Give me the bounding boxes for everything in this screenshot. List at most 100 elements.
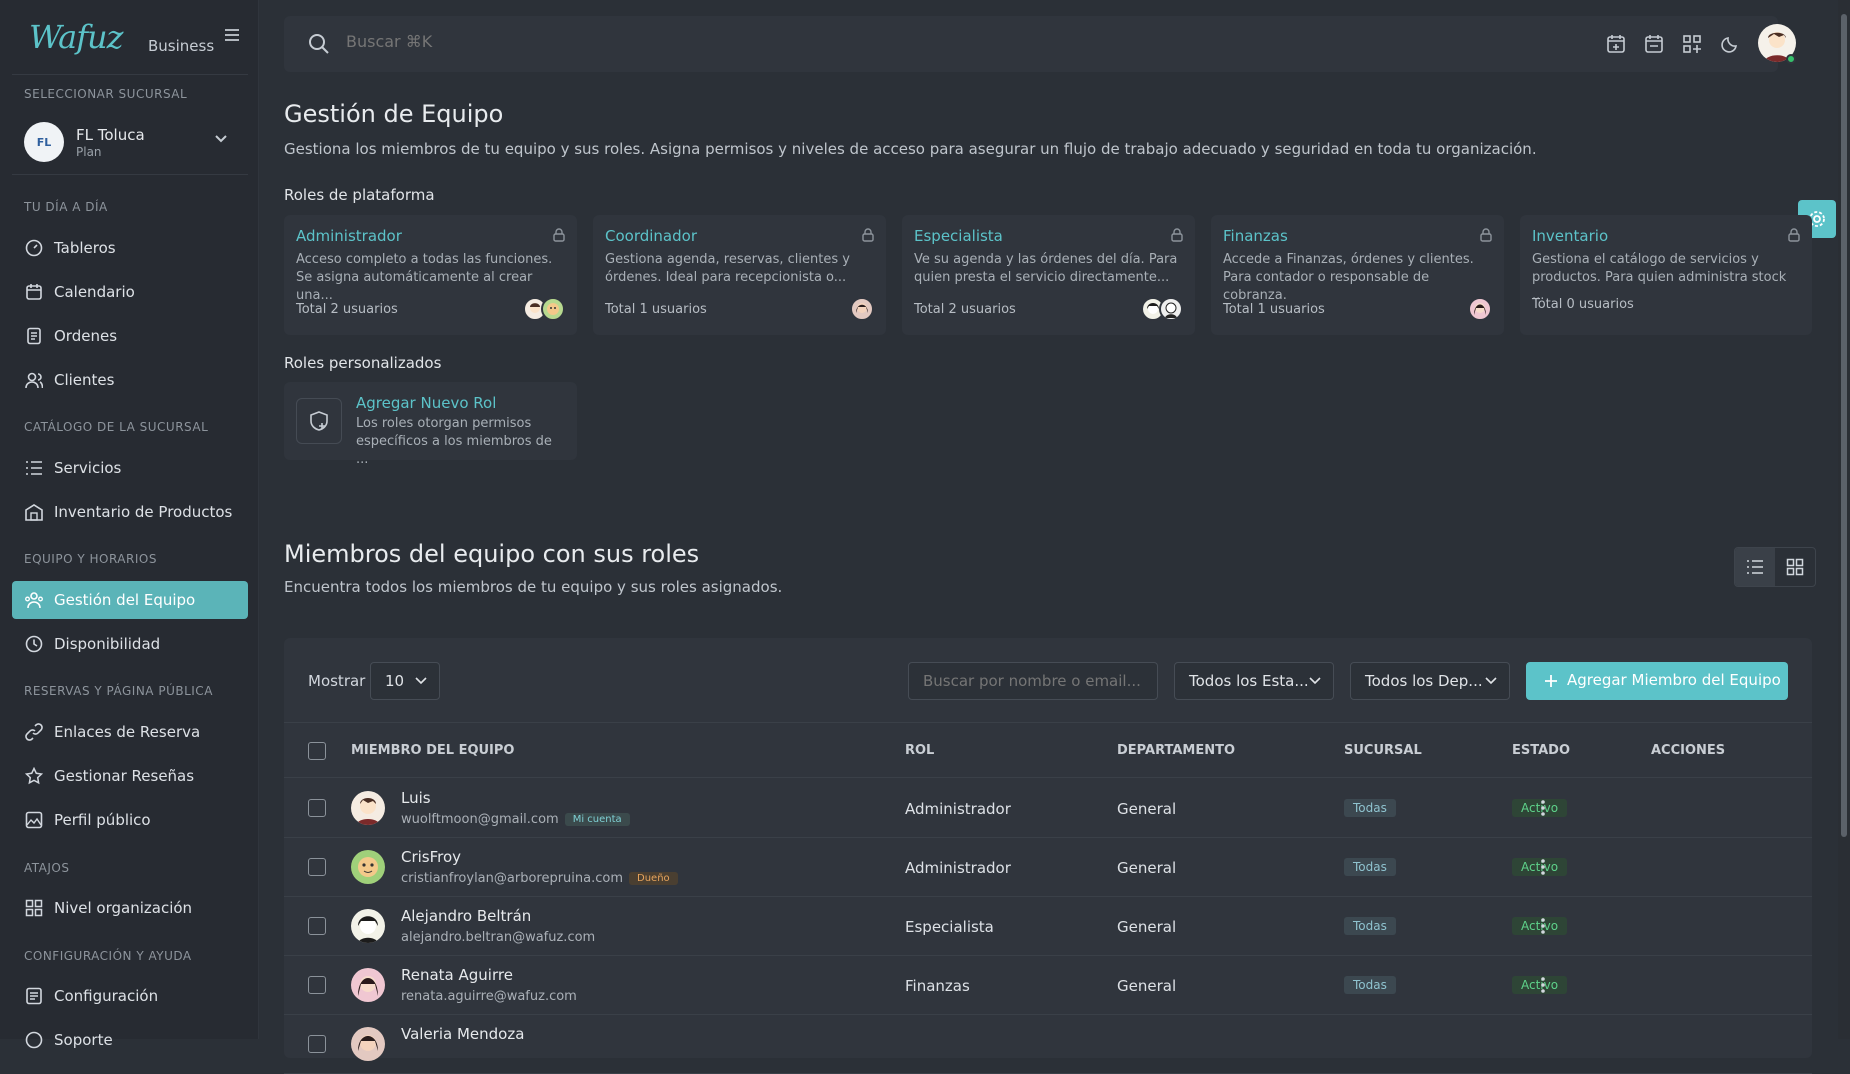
more-actions-icon[interactable] <box>1540 799 1546 817</box>
custom-roles-title: Roles personalizados <box>284 354 442 372</box>
department-filter-value: Todos los Dep... <box>1365 672 1483 690</box>
sidebar-item-disponibilidad[interactable]: Disponibilidad <box>12 625 248 663</box>
row-checkbox[interactable] <box>308 799 326 817</box>
branch-avatar: FL <box>24 122 64 162</box>
member-role: Administrador <box>905 800 1011 818</box>
sidebar-item-inventario[interactable]: Inventario de Productos <box>12 493 248 531</box>
sidebar-item-nivel-organizacion[interactable]: Nivel organización <box>12 889 248 927</box>
sidebar-item-calendario[interactable]: Calendario <box>12 273 248 311</box>
link-icon <box>25 723 43 741</box>
role-total: Total 0 usuarios <box>1532 297 1634 312</box>
menu-toggle-button[interactable] <box>224 28 240 42</box>
member-role: Finanzas <box>905 977 970 995</box>
branch-selector[interactable]: FL FL Toluca Plan <box>12 110 248 172</box>
sidebar-item-soporte[interactable]: Soporte <box>12 1021 248 1059</box>
sidebar-item-servicios[interactable]: Servicios <box>12 449 248 487</box>
lock-icon <box>1480 228 1492 242</box>
divider <box>12 174 248 175</box>
list-view-button[interactable] <box>1735 548 1775 586</box>
sidebar-item-perfil[interactable]: Perfil público <box>12 801 248 839</box>
role-card-finanzas[interactable]: Finanzas Accede a Finanzas, órdenes y cl… <box>1211 215 1504 335</box>
sidebar-item-label: Inventario de Productos <box>54 503 233 521</box>
section-catalog: CATÁLOGO DE LA SUCURSAL <box>24 420 209 434</box>
online-status-dot <box>1786 54 1796 64</box>
sidebar-item-label: Configuración <box>54 987 159 1005</box>
member-department: General <box>1117 800 1177 818</box>
more-actions-icon[interactable] <box>1540 917 1546 935</box>
member-email-text: alejandro.beltran@wafuz.com <box>401 930 596 945</box>
sidebar-item-label: Nivel organización <box>54 899 193 917</box>
status-filter-select[interactable]: Todos los Esta... <box>1174 662 1334 700</box>
grid-view-button[interactable] <box>1775 548 1815 586</box>
more-actions-icon[interactable] <box>1540 858 1546 876</box>
sidebar-item-label: Ordenes <box>54 327 118 345</box>
scrollbar-thumb[interactable] <box>1841 14 1847 837</box>
role-card-administrador[interactable]: Administrador Acceso completo a todas la… <box>284 215 577 335</box>
avatar <box>351 791 385 825</box>
select-all-checkbox[interactable] <box>308 742 326 760</box>
help-icon <box>25 1031 43 1049</box>
page-size-value: 10 <box>385 672 405 690</box>
row-checkbox[interactable] <box>308 917 326 935</box>
sidebar-item-label: Calendario <box>54 283 135 301</box>
page-size-select[interactable]: 10 <box>370 662 440 700</box>
global-search-input[interactable] <box>346 32 646 51</box>
sidebar-item-tableros[interactable]: Tableros <box>12 229 248 267</box>
add-member-button[interactable]: Agregar Miembro del Equipo <box>1526 662 1788 700</box>
apps-icon[interactable] <box>1682 34 1702 54</box>
role-avatars <box>1468 297 1492 321</box>
sidebar-item-gestion-equipo[interactable]: Gestión del Equipo <box>12 581 248 619</box>
department-filter-select[interactable]: Todos los Dep... <box>1350 662 1510 700</box>
role-card-inventario[interactable]: Inventario Gestiona el catálogo de servi… <box>1520 215 1812 335</box>
moon-icon[interactable] <box>1720 34 1740 54</box>
sidebar-item-label: Gestionar Reseñas <box>54 767 195 785</box>
role-card-especialista[interactable]: Especialista Ve su agenda y las órdenes … <box>902 215 1195 335</box>
column-header: MIEMBRO DEL EQUIPO <box>351 743 515 758</box>
section-config: CONFIGURACIÓN Y AYUDA <box>24 949 192 963</box>
branch-badge: Todas <box>1344 976 1396 994</box>
column-header: DEPARTAMENTO <box>1117 743 1236 758</box>
role-total: Total 2 usuarios <box>914 302 1016 317</box>
add-role-title: Agregar Nuevo Rol <box>356 394 497 412</box>
table-row[interactable]: Valeria Mendoza <box>284 1015 1812 1074</box>
member-role: Especialista <box>905 918 994 936</box>
lock-icon <box>553 228 565 242</box>
table-row[interactable]: Alejandro Beltrán alejandro.beltran@wafu… <box>284 897 1812 956</box>
member-search-input[interactable] <box>908 662 1158 700</box>
sidebar-item-configuracion[interactable]: Configuración <box>12 977 248 1015</box>
chevron-down-icon <box>1309 677 1321 685</box>
role-card-coordinador[interactable]: Coordinador Gestiona agenda, reservas, c… <box>593 215 886 335</box>
member-name: Renata Aguirre <box>401 966 513 984</box>
more-actions-icon[interactable] <box>1540 976 1546 994</box>
calendar-add-icon[interactable] <box>1606 34 1626 54</box>
sidebar-item-ordenes[interactable]: Ordenes <box>12 317 248 355</box>
member-name: CrisFroy <box>401 848 462 866</box>
branch-plan: Plan <box>76 145 102 159</box>
table-row[interactable]: Renata Aguirre renata.aguirre@wafuz.com … <box>284 956 1812 1015</box>
page-scrollbar[interactable] <box>1838 0 1850 1039</box>
table-row[interactable]: Luis wuolftmoon@gmail.com Mi cuenta Admin… <box>284 779 1812 838</box>
lock-icon <box>1171 228 1183 242</box>
avatar <box>351 968 385 1002</box>
lock-icon <box>1788 228 1800 242</box>
row-checkbox[interactable] <box>308 1035 326 1053</box>
branch-badge: Todas <box>1344 799 1396 817</box>
table-row[interactable]: CrisFroy cristianfroylan@arborepruina.co… <box>284 838 1812 897</box>
role-title: Inventario <box>1532 227 1609 245</box>
calendar-icon[interactable] <box>1644 34 1664 54</box>
sidebar-item-resenas[interactable]: Gestionar Reseñas <box>12 757 248 795</box>
member-email: alejandro.beltran@wafuz.com <box>401 930 595 945</box>
sidebar-item-enlaces[interactable]: Enlaces de Reserva <box>12 713 248 751</box>
column-header: SUCURSAL <box>1344 743 1422 758</box>
status-filter-value: Todos los Esta... <box>1189 672 1309 690</box>
add-role-card[interactable]: Agregar Nuevo Rol Los roles otorgan perm… <box>284 382 577 467</box>
row-checkbox[interactable] <box>308 858 326 876</box>
role-title: Finanzas <box>1223 227 1288 245</box>
table-header: MIEMBRO DEL EQUIPO ROL DEPARTAMENTO SUCU… <box>284 722 1812 778</box>
divider <box>12 74 248 75</box>
sidebar-item-clientes[interactable]: Clientes <box>12 361 248 399</box>
member-name: Alejandro Beltrán <box>401 907 532 925</box>
view-switcher <box>1734 547 1816 587</box>
section-branch: SELECCIONAR SUCURSAL <box>24 87 188 101</box>
row-checkbox[interactable] <box>308 976 326 994</box>
